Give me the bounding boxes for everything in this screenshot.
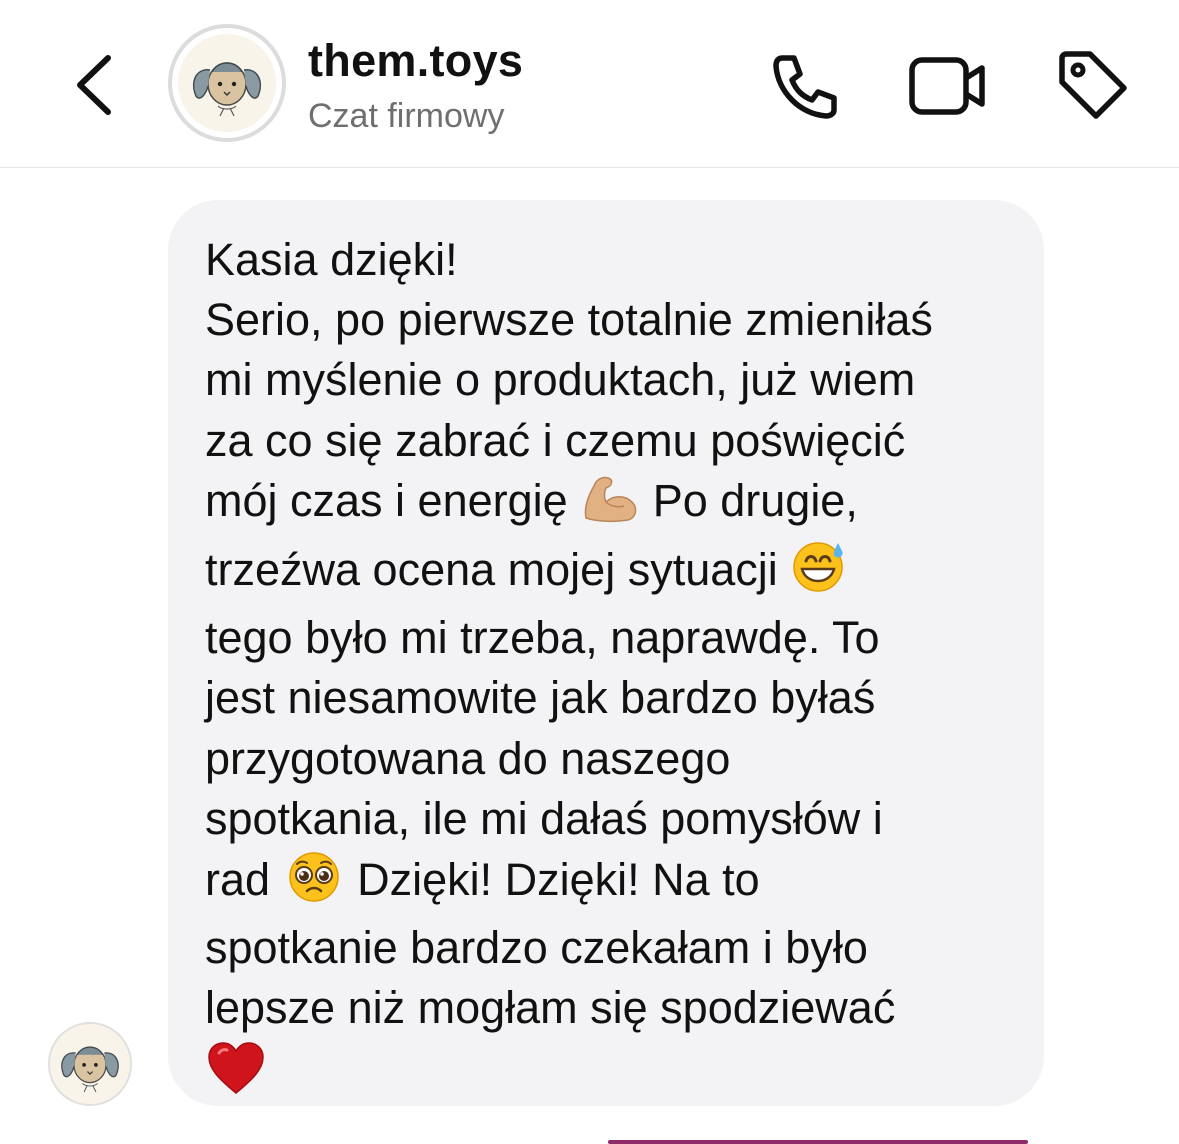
message-text: mój czas i energię [205, 474, 568, 526]
message-line: rad Dzięki! Dzięki! Na to [205, 849, 1014, 918]
bunny-logo-icon [192, 62, 262, 117]
back-button[interactable] [70, 50, 120, 120]
message-line: spotkania, ile mi dałaś pomysłów i [205, 792, 883, 844]
message-line: Serio, po pierwsze totalnie zmieniłaś [205, 294, 933, 346]
bunny-logo-icon [61, 1046, 119, 1093]
sender-avatar[interactable] [48, 1022, 132, 1106]
profile-avatar[interactable] [168, 24, 286, 142]
video-camera-icon [909, 57, 985, 115]
message-text: Po drugie, [652, 474, 858, 526]
message-line: Kasia dzięki! [205, 234, 458, 285]
message-line [205, 1039, 1014, 1112]
message-line: lepsze niż mogłam się spodziewać [205, 982, 896, 1034]
chat-subtitle: Czat firmowy [308, 97, 505, 135]
message-line: trzeźwa ocena mojej sytuacji [205, 539, 1014, 608]
message-line: mój czas i energię Po drugie, [205, 471, 1014, 539]
message-line: mi myślenie o produktach, już wiem [205, 354, 916, 406]
chat-header: them.toys Czat firmowy [0, 0, 1179, 168]
message-line: za co się zabrać i czemu poświęcić [205, 414, 906, 466]
message-text: Dzięki! Dzięki! Na to [357, 854, 760, 906]
call-button[interactable] [768, 50, 840, 122]
message-line: jest niesamowite jak bardzo byłaś [205, 672, 876, 724]
message-text: rad [205, 854, 271, 906]
grinning-sweat-emoji-icon [790, 539, 848, 608]
message-text: trzeźwa ocena mojej sytuacji [205, 544, 778, 596]
chat-name: them.toys [308, 35, 524, 86]
tag-icon [1059, 51, 1127, 119]
bottom-accent-bar [608, 1140, 1028, 1144]
flexed-biceps-emoji-icon [580, 472, 640, 539]
chevron-left-icon [77, 55, 111, 115]
label-button[interactable] [1054, 48, 1130, 124]
message-line: przygotowana do naszego [205, 732, 731, 784]
chat-title-block[interactable]: them.toys Czat firmowy [308, 34, 523, 138]
message-line: spotkanie bardzo czekałam i było [205, 922, 868, 974]
video-call-button[interactable] [906, 50, 990, 122]
message-bubble[interactable]: Kasia dzięki! Serio, po pierwsze totalni… [168, 200, 1044, 1106]
phone-icon [773, 55, 837, 119]
red-heart-emoji-icon [205, 1039, 267, 1112]
message-line: tego było mi trzeba, naprawdę. To [205, 612, 880, 664]
pleading-face-emoji-icon [283, 849, 345, 918]
